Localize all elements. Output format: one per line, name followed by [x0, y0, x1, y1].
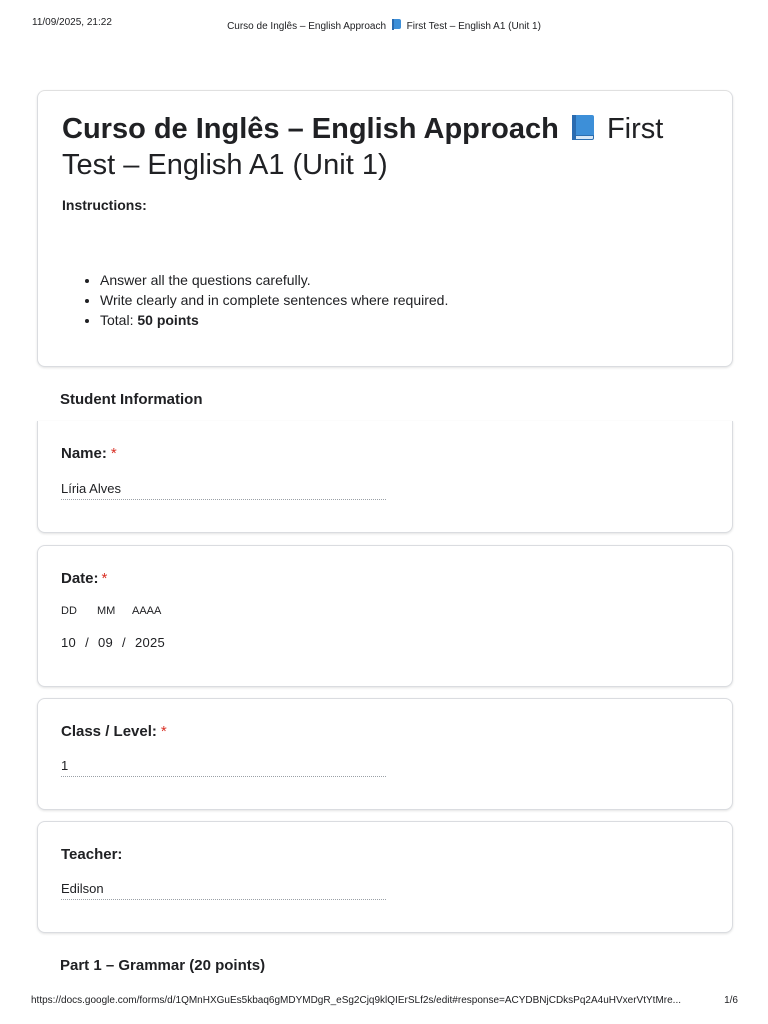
total-points: 50 points — [137, 312, 199, 328]
question-card-teacher: Teacher: Edilson — [37, 821, 733, 933]
blue-book-icon — [391, 19, 401, 30]
class-level-answer: 1 — [61, 758, 386, 777]
date-month: 09 — [97, 635, 114, 650]
instructions-label: Instructions: — [62, 197, 147, 213]
section-title-part1: Part 1 – Grammar (20 points) — [60, 957, 266, 974]
instruction-item: Write clearly and in complete sentences … — [100, 290, 448, 310]
question-card-date: Date: * DD MM AAAA 10/09/2025 — [37, 545, 733, 687]
section-title-student-info: Student Information — [60, 391, 203, 408]
form-title: Curso de Inglês – English Approach First… — [62, 113, 664, 181]
required-asterisk: * — [101, 570, 108, 587]
question-card-name: Name: * Líria Alves — [37, 421, 733, 533]
blue-book-icon — [571, 115, 595, 141]
print-doc-title: Curso de Inglês – English Approach First… — [227, 19, 541, 32]
teacher-answer: Edilson — [61, 881, 386, 900]
required-asterisk: * — [160, 723, 167, 740]
print-header: 11/09/2025, 21:22 Curso de Inglês – Engl… — [0, 17, 768, 33]
date-day-label: DD — [61, 605, 77, 617]
date-month-label: MM — [97, 605, 116, 617]
question-label-date: Date: * — [61, 570, 108, 587]
print-url: https://docs.google.com/forms/d/1QMnHXGu… — [31, 995, 682, 1006]
date-day: 10 — [61, 635, 77, 650]
date-year: 2025 — [134, 635, 166, 650]
required-asterisk: * — [110, 445, 117, 462]
question-label-class-level: Class / Level: * — [61, 723, 167, 740]
page-number: 1/6 — [724, 995, 738, 1006]
instruction-item: Total: 50 points — [100, 310, 448, 330]
name-answer: Líria Alves — [61, 481, 386, 500]
instructions-list: Answer all the questions carefully. Writ… — [100, 270, 448, 330]
question-label-teacher: Teacher: — [61, 846, 123, 863]
instruction-item: Answer all the questions carefully. — [100, 270, 448, 290]
date-field-labels: DD MM AAAA — [61, 605, 161, 617]
date-year-label: AAAA — [132, 605, 162, 617]
form-header-card: Curso de Inglês – English Approach First… — [37, 90, 733, 367]
question-card-class-level: Class / Level: * 1 — [37, 698, 733, 810]
question-label-name: Name: * — [61, 445, 117, 462]
date-answer: 10/09/2025 — [61, 635, 166, 650]
